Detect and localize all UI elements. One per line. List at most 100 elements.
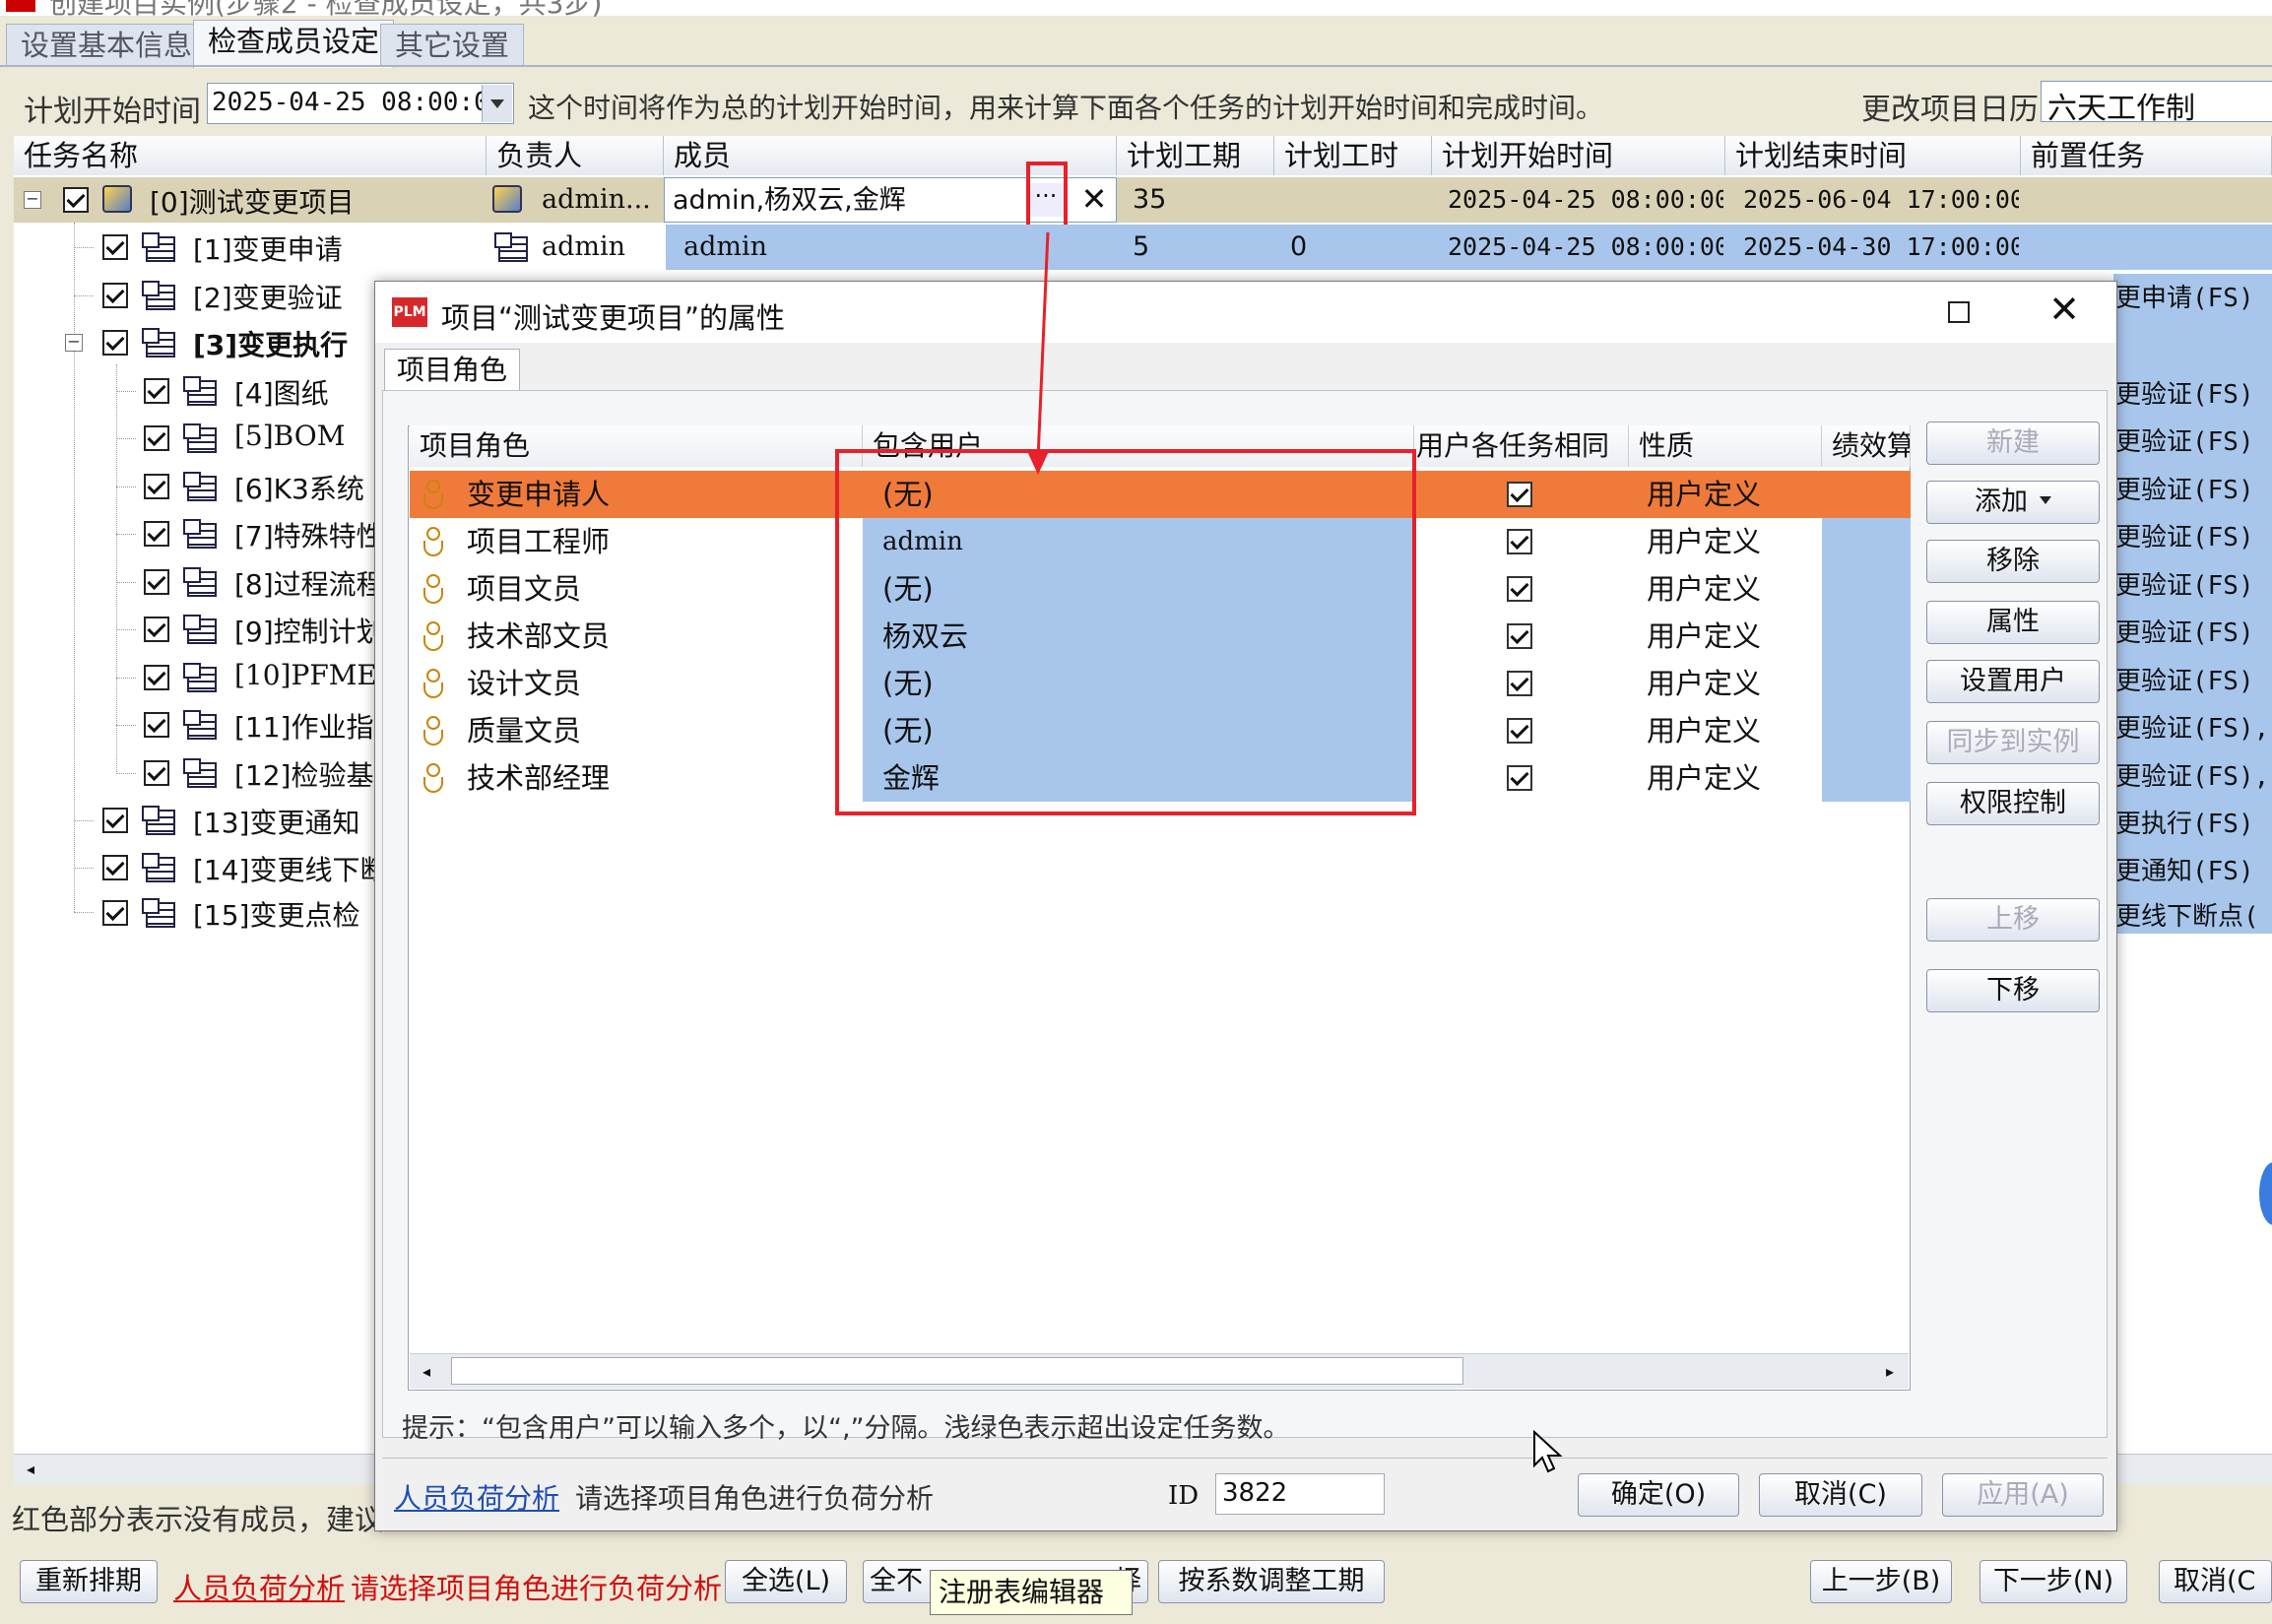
col-hours[interactable]: 计划工时 bbox=[1274, 136, 1432, 175]
role-icon bbox=[422, 480, 443, 509]
task-checkbox[interactable] bbox=[102, 330, 128, 356]
task-checkbox[interactable] bbox=[102, 234, 128, 260]
predecessor-cell: 更验证(FS) bbox=[2115, 618, 2254, 648]
col-end[interactable]: 计划结束时间 bbox=[1725, 136, 2021, 175]
task-checkbox[interactable] bbox=[144, 617, 169, 642]
role-nature: 用户定义 bbox=[1647, 667, 1762, 700]
same-user-checkbox[interactable] bbox=[1507, 671, 1532, 696]
same-user-checkbox[interactable] bbox=[1507, 765, 1532, 791]
maximize-icon[interactable] bbox=[1948, 301, 1970, 323]
task-checkbox[interactable] bbox=[102, 900, 128, 926]
owner-cell: admin... bbox=[542, 184, 651, 215]
task-checkbox[interactable] bbox=[102, 855, 128, 880]
footer-cancel-button[interactable]: 取消(C bbox=[2159, 1560, 2272, 1603]
role-nature: 用户定义 bbox=[1647, 478, 1762, 511]
same-user-checkbox[interactable] bbox=[1507, 718, 1532, 744]
col-nature[interactable]: 性质 bbox=[1629, 425, 1822, 467]
dialog-load-link[interactable]: 人员负荷分析 bbox=[394, 1477, 559, 1517]
tab-member-check[interactable]: 检查成员设定 bbox=[193, 20, 395, 68]
collapse-icon[interactable]: − bbox=[24, 191, 41, 209]
task-table-icon bbox=[183, 519, 217, 549]
move-up-button[interactable]: 上移 bbox=[1926, 898, 2100, 942]
task-checkbox[interactable] bbox=[144, 378, 169, 404]
scroll-thumb[interactable] bbox=[451, 1357, 1463, 1385]
tree-line bbox=[116, 725, 136, 726]
scroll-left-arrow-icon[interactable]: ◂ bbox=[414, 1359, 439, 1385]
dialog-tab-role[interactable]: 项目角色 bbox=[384, 349, 521, 391]
tree-line bbox=[116, 391, 136, 392]
tab-other-settings[interactable]: 其它设置 bbox=[380, 24, 525, 66]
owner-cell: admin bbox=[542, 231, 626, 262]
prev-step-button[interactable]: 上一步(B) bbox=[1810, 1560, 1952, 1603]
reschedule-button[interactable]: 重新排期 bbox=[20, 1560, 158, 1603]
properties-button[interactable]: 属性 bbox=[1926, 601, 2100, 644]
task-checkbox[interactable] bbox=[144, 760, 169, 786]
scroll-left-arrow-icon[interactable]: ◂ bbox=[18, 1458, 43, 1481]
dropdown-arrow-icon[interactable] bbox=[482, 85, 512, 122]
task-checkbox[interactable] bbox=[144, 521, 169, 547]
col-task-name[interactable]: 任务名称 bbox=[14, 136, 487, 175]
task-checkbox[interactable] bbox=[144, 712, 169, 738]
task-checkbox[interactable] bbox=[144, 425, 169, 451]
scroll-right-arrow-icon[interactable]: ▸ bbox=[1877, 1359, 1903, 1385]
tree-line bbox=[116, 629, 136, 630]
collapse-icon[interactable]: − bbox=[65, 334, 83, 352]
predecessor-cell: 更验证(FS) bbox=[2115, 380, 2254, 410]
col-start[interactable]: 计划开始时间 bbox=[1432, 136, 1725, 175]
col-performance[interactable]: 绩效算 bbox=[1822, 425, 1911, 467]
col-owner[interactable]: 负责人 bbox=[487, 136, 664, 175]
task-table-icon bbox=[183, 758, 217, 788]
add-button[interactable]: 添加 bbox=[1926, 481, 2100, 524]
app-logo-icon bbox=[6, 0, 35, 12]
apply-button[interactable]: 应用(A) bbox=[1942, 1473, 2104, 1517]
role-nature: 用户定义 bbox=[1647, 525, 1762, 558]
same-user-checkbox[interactable] bbox=[1507, 576, 1532, 602]
remove-button[interactable]: 移除 bbox=[1926, 540, 2100, 583]
clear-icon[interactable]: ✕ bbox=[1079, 183, 1109, 217]
duration-cell: 5 bbox=[1133, 231, 1150, 262]
task-checkbox[interactable] bbox=[102, 283, 128, 308]
dialog-cancel-button[interactable]: 取消(C) bbox=[1759, 1473, 1922, 1517]
tree-line bbox=[116, 678, 136, 679]
task-name: [1]变更申请 bbox=[193, 233, 343, 266]
task-table-icon bbox=[183, 710, 217, 740]
role-name: 项目工程师 bbox=[467, 525, 611, 558]
same-user-checkbox[interactable] bbox=[1507, 623, 1532, 649]
calendar-select[interactable]: 六天工作制 bbox=[2041, 81, 2272, 126]
task-table-icon bbox=[142, 232, 175, 262]
mouse-cursor-icon bbox=[1533, 1430, 1563, 1473]
col-same-user[interactable]: 用户各任务相同 bbox=[1414, 425, 1629, 467]
plan-start-value: 2025-04-25 08:00:00 bbox=[212, 88, 505, 117]
move-down-button[interactable]: 下移 bbox=[1926, 969, 2100, 1012]
col-predecessor[interactable]: 前置任务 bbox=[2021, 136, 2272, 175]
same-user-checkbox[interactable] bbox=[1507, 482, 1532, 507]
ok-button[interactable]: 确定(O) bbox=[1578, 1473, 1739, 1517]
col-duration[interactable]: 计划工期 bbox=[1117, 136, 1274, 175]
plm-logo: PLM bbox=[392, 297, 427, 327]
dialog-title: 项目“测试变更项目”的属性 bbox=[441, 301, 786, 335]
footer-load-link[interactable]: 人员负荷分析 bbox=[173, 1566, 345, 1607]
new-button[interactable]: 新建 bbox=[1926, 422, 2100, 465]
predecessor-cell: 更验证(FS) bbox=[2115, 571, 2254, 601]
select-all-button[interactable]: 全选(L) bbox=[725, 1560, 847, 1603]
task-checkbox[interactable] bbox=[144, 474, 169, 499]
tree-line bbox=[116, 773, 136, 774]
task-checkbox[interactable] bbox=[63, 187, 89, 213]
close-icon[interactable]: ✕ bbox=[2046, 291, 2082, 328]
task-name: [6]K3系统 bbox=[234, 473, 364, 505]
tab-basic-info[interactable]: 设置基本信息 bbox=[6, 24, 208, 66]
adjust-duration-button[interactable]: 按系数调整工期 bbox=[1158, 1560, 1385, 1603]
col-project-role[interactable]: 项目角色 bbox=[410, 425, 863, 467]
plan-start-input[interactable]: 2025-04-25 08:00:00 bbox=[207, 83, 514, 124]
id-field[interactable]: 3822 bbox=[1215, 1473, 1385, 1515]
next-step-button[interactable]: 下一步(N) bbox=[1980, 1560, 2127, 1603]
same-user-checkbox[interactable] bbox=[1507, 529, 1532, 554]
task-checkbox[interactable] bbox=[144, 665, 169, 690]
task-name: [15]变更点检 bbox=[193, 899, 360, 932]
set-user-button[interactable]: 设置用户 bbox=[1926, 660, 2100, 703]
sync-instance-button[interactable]: 同步到实例 bbox=[1926, 721, 2100, 764]
task-checkbox[interactable] bbox=[102, 808, 128, 833]
permission-button[interactable]: 权限控制 bbox=[1926, 782, 2100, 825]
predecessor-cell: 更通知(FS) bbox=[2115, 857, 2254, 886]
task-checkbox[interactable] bbox=[144, 569, 169, 595]
